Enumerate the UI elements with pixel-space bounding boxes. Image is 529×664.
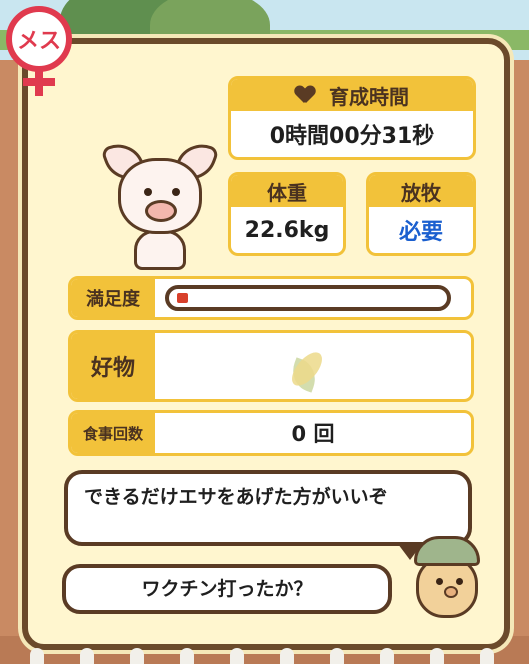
question-bubble[interactable]: ワクチン打ったか？ — [62, 564, 392, 614]
grazing-box[interactable]: 放牧 必要 — [366, 172, 476, 256]
corn-icon — [283, 341, 343, 393]
female-icon: メス — [6, 6, 72, 72]
gender-label: メス — [16, 29, 61, 54]
fence-post — [280, 648, 294, 664]
fence-post — [130, 648, 144, 664]
question-text: ワクチン打ったか？ — [141, 578, 313, 600]
satisfaction-bar — [165, 285, 451, 311]
satisfaction-label: 満足度 — [71, 279, 155, 317]
farmer-nose — [444, 586, 458, 598]
growth-time-header: 育成時間 — [231, 79, 473, 111]
pig-eye — [172, 188, 180, 196]
weight-label: 体重 — [231, 175, 343, 207]
fence-post — [230, 648, 244, 664]
weight-value: 22.6kg — [244, 217, 330, 243]
pig-head — [118, 158, 202, 234]
growth-time-box: 育成時間 0時間00分31秒 — [228, 76, 476, 160]
growth-time-value: 0時間00分31秒 — [269, 124, 435, 149]
satisfaction-row: 満足度 — [68, 276, 474, 320]
satisfaction-fill — [177, 293, 188, 303]
fence-post — [430, 648, 444, 664]
pig-body — [134, 230, 186, 270]
farmer-eye — [456, 578, 463, 585]
favorite-food-row: 好物 — [68, 330, 474, 402]
fence-post — [330, 648, 344, 664]
fence-post — [30, 648, 44, 664]
advice-text: できるだけエサをあげた方がいいぞ — [84, 486, 388, 508]
favorite-food-body — [155, 333, 471, 399]
heart-icon — [295, 86, 315, 104]
growth-time-label: 育成時間 — [329, 84, 409, 109]
meal-count-label: 食事回数 — [71, 413, 155, 453]
grazing-value: 必要 — [398, 220, 443, 245]
meal-count-value: 0 回 — [291, 422, 335, 446]
meal-count-row: 食事回数 0 回 — [68, 410, 474, 456]
advice-bubble: できるだけエサをあげた方がいいぞ — [64, 470, 472, 546]
pig-snout — [145, 200, 177, 222]
fence-post — [180, 648, 194, 664]
grazing-label: 放牧 — [369, 175, 473, 207]
female-symbol-bar — [23, 78, 55, 86]
farmer-eye — [436, 578, 443, 585]
pig-portrait — [100, 132, 220, 282]
fence-post — [80, 648, 94, 664]
farmer-cap — [414, 536, 480, 566]
favorite-food-label: 好物 — [71, 333, 155, 399]
weight-box: 体重 22.6kg — [228, 172, 346, 256]
farmer-avatar — [410, 536, 488, 620]
fence-post — [380, 648, 394, 664]
satisfaction-body — [155, 279, 471, 317]
fence-post — [480, 648, 494, 664]
pig-eye — [144, 188, 152, 196]
gender-badge: メス — [4, 4, 74, 96]
